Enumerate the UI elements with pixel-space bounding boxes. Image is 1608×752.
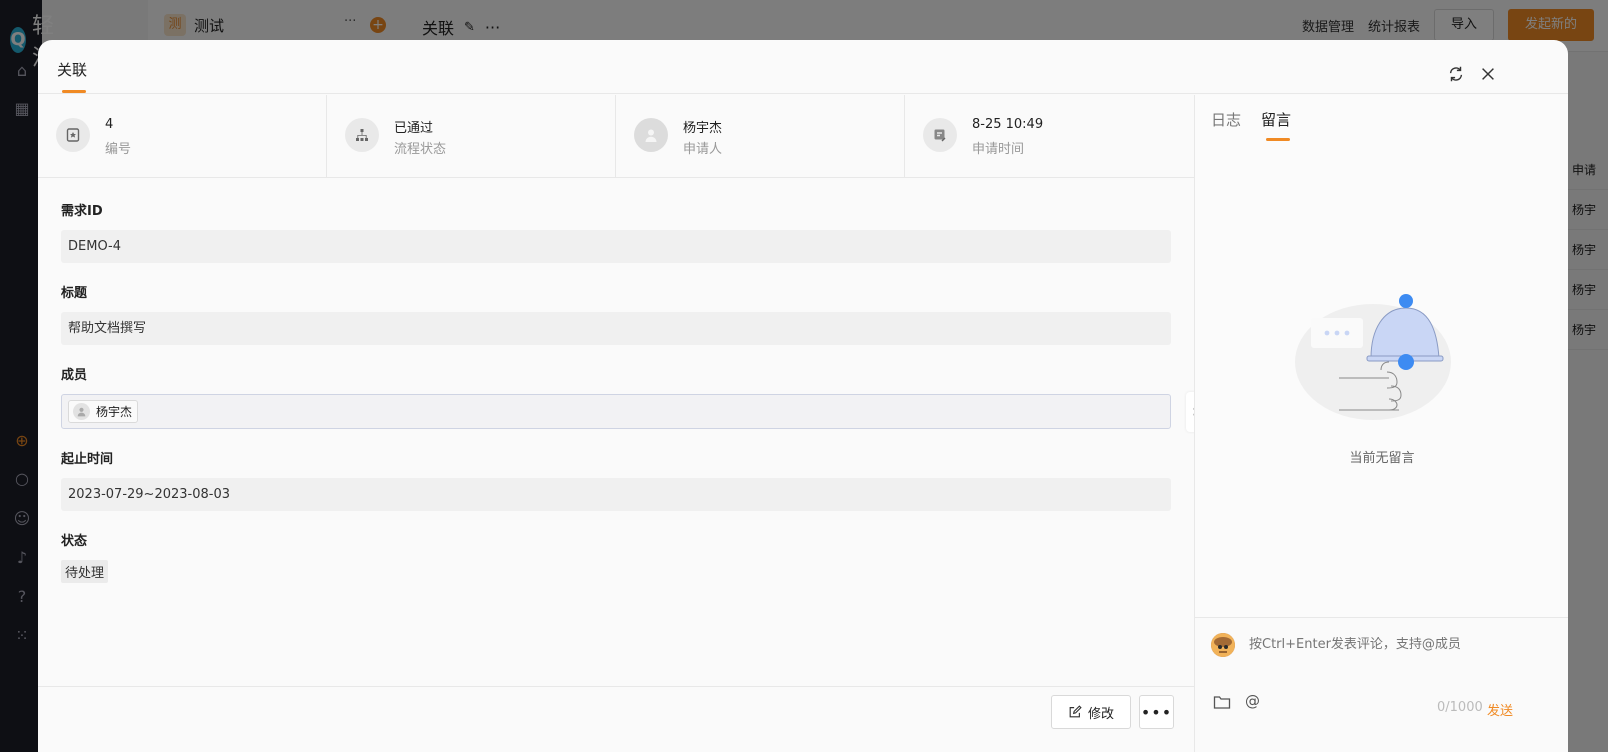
tab-relation[interactable]: 关联 xyxy=(57,59,87,80)
comment-char-count: 0/1000 xyxy=(1437,700,1483,715)
more-actions-button[interactable]: ••• xyxy=(1139,695,1174,729)
record-form: 需求ID DEMO-4 标题 帮助文档撰写 成员 杨宇杰 起止时间 2023-0… xyxy=(38,178,1194,583)
field-status: 状态 待处理 xyxy=(61,534,1171,583)
user-icon xyxy=(634,118,668,152)
avatar xyxy=(73,403,90,420)
status-badge: 待处理 xyxy=(61,560,109,583)
modal-header: 关联 xyxy=(38,40,1568,94)
side-tab-indicator xyxy=(1266,138,1290,141)
close-icon[interactable] xyxy=(1479,65,1497,83)
flow-icon xyxy=(345,118,379,152)
folder-icon[interactable] xyxy=(1213,694,1231,710)
field-label: 状态 xyxy=(61,534,88,549)
tab-indicator xyxy=(62,90,86,93)
field-title: 标题 帮助文档撰写 xyxy=(61,286,1171,345)
clock-doc-icon xyxy=(923,118,957,152)
flow-status-value: 已通过 xyxy=(394,121,434,136)
field-members: 成员 杨宇杰 xyxy=(61,368,1171,429)
info-flow-status: 已通过 流程状态 xyxy=(327,95,616,177)
info-strip: 4 编号 已通过 流程状态 杨宇杰 申请人 8-25 10:49 申请时间 xyxy=(38,95,1194,178)
empty-bell-illustration xyxy=(1295,294,1451,420)
edit-button[interactable]: 修改 xyxy=(1051,695,1131,729)
number-value: 4 xyxy=(105,117,114,132)
field-label: 起止时间 xyxy=(61,452,114,467)
flow-status-label: 流程状态 xyxy=(394,142,447,157)
period-value: 2023-07-29~2023-08-03 xyxy=(61,478,1171,511)
comment-box: @ 0/1000 发送 xyxy=(1195,617,1568,752)
info-applicant: 杨宇杰 申请人 xyxy=(616,95,905,177)
record-modal: 关联 4 编号 已通过 流程状态 杨宇杰 申请人 8-25 10:49 申请时间… xyxy=(38,40,1568,752)
title-value: 帮助文档撰写 xyxy=(61,312,1171,345)
field-req-id: 需求ID DEMO-4 xyxy=(61,204,1171,263)
tab-log[interactable]: 日志 xyxy=(1211,109,1241,130)
comment-input[interactable] xyxy=(1249,637,1549,652)
applicant-value: 杨宇杰 xyxy=(683,121,723,136)
apply-time-value: 8-25 10:49 xyxy=(972,117,1044,132)
info-apply-time: 8-25 10:49 申请时间 xyxy=(905,95,1194,177)
req-id-value: DEMO-4 xyxy=(61,230,1171,263)
empty-comments-text: 当前无留言 xyxy=(1349,451,1415,466)
field-label: 成员 xyxy=(61,368,88,383)
member-name: 杨宇杰 xyxy=(96,405,133,419)
side-panel: 日志 留言 当前无留言 @ 0/1000 发送 xyxy=(1194,95,1568,752)
record-main: 4 编号 已通过 流程状态 杨宇杰 申请人 8-25 10:49 申请时间 需求… xyxy=(38,95,1194,752)
apply-time-label: 申请时间 xyxy=(972,142,1025,157)
info-number: 4 编号 xyxy=(38,95,327,177)
field-label: 需求ID xyxy=(61,204,103,219)
send-button[interactable]: 发送 xyxy=(1487,700,1513,719)
number-label: 编号 xyxy=(105,142,132,157)
avatar xyxy=(1211,633,1235,657)
edit-button-label: 修改 xyxy=(1087,706,1114,722)
applicant-label: 申请人 xyxy=(683,142,723,157)
side-tabs: 日志 留言 xyxy=(1211,109,1291,130)
refresh-icon[interactable] xyxy=(1447,65,1465,83)
id-badge-icon xyxy=(56,118,90,152)
members-value: 杨宇杰 xyxy=(61,394,1171,429)
user-avatar-icon xyxy=(1211,633,1235,657)
modal-footer: 修改 ••• xyxy=(38,686,1194,752)
edit-icon xyxy=(1069,705,1082,718)
tab-comments[interactable]: 留言 xyxy=(1261,109,1291,130)
field-period: 起止时间 2023-07-29~2023-08-03 xyxy=(61,452,1171,511)
member-chip[interactable]: 杨宇杰 xyxy=(68,400,139,423)
field-label: 标题 xyxy=(61,286,88,301)
mention-icon[interactable]: @ xyxy=(1245,692,1260,710)
